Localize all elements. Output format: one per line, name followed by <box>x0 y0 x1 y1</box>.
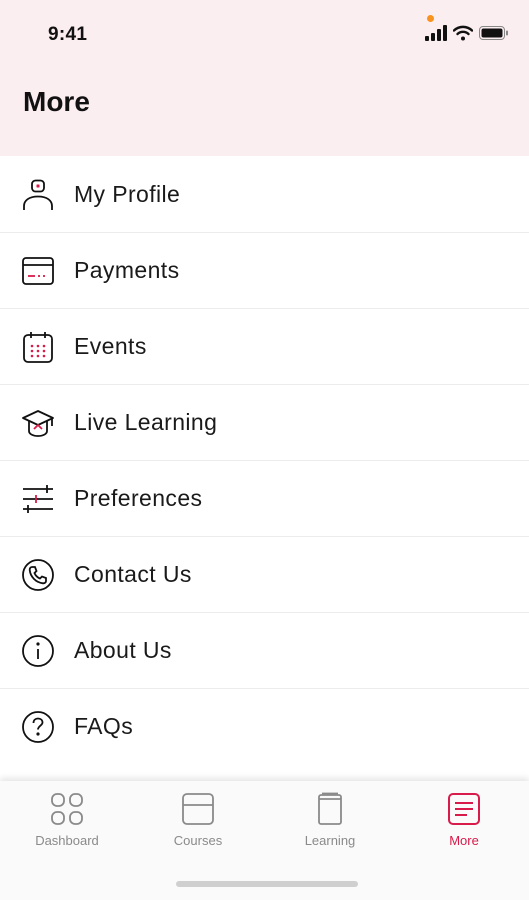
payments-icon <box>20 253 56 289</box>
sliders-icon <box>20 481 56 517</box>
menu-item-live-learning[interactable]: Live Learning <box>0 385 529 461</box>
menu-item-payments[interactable]: Payments <box>0 233 529 309</box>
menu-item-label: Contact Us <box>74 561 192 587</box>
menu-item-faqs[interactable]: FAQs <box>0 689 529 764</box>
status-icons <box>425 24 509 46</box>
tab-learning[interactable]: Learning <box>275 791 385 851</box>
graduation-cap-icon <box>20 405 56 441</box>
page-title: More <box>23 86 90 117</box>
menu-item-preferences[interactable]: Preferences <box>0 461 529 537</box>
tab-bar: Dashboard Courses Learning More <box>0 781 529 900</box>
menu-item-contact-us[interactable]: Contact Us <box>0 537 529 613</box>
menu-item-label: Payments <box>74 257 180 283</box>
tab-dashboard[interactable]: Dashboard <box>12 791 122 851</box>
wifi-icon <box>452 25 474 46</box>
menu-item-about-us[interactable]: About Us <box>0 613 529 689</box>
tab-label: Dashboard <box>35 833 99 848</box>
menu-item-label: Preferences <box>74 485 203 511</box>
tab-label: More <box>449 833 479 848</box>
book-icon <box>312 791 348 827</box>
menu-item-label: FAQs <box>74 713 134 739</box>
tab-label: Learning <box>304 833 356 848</box>
home-indicator[interactable] <box>176 881 358 887</box>
menu-list: My Profile Payments Events Live Learning… <box>0 157 529 764</box>
tab-courses[interactable]: Courses <box>143 791 253 851</box>
tab-label: Courses <box>173 833 223 848</box>
calendar-icon <box>20 329 56 365</box>
phone-icon <box>20 557 56 593</box>
header: 9:41 More <box>0 0 529 156</box>
privacy-indicator-dot <box>427 15 434 22</box>
question-icon <box>20 709 56 745</box>
tab-more[interactable]: More <box>409 791 519 851</box>
menu-item-label: Live Learning <box>74 409 218 435</box>
more-icon <box>446 791 482 827</box>
info-icon <box>20 633 56 669</box>
profile-icon <box>20 177 56 213</box>
dashboard-icon <box>49 791 85 827</box>
signal-icon <box>425 24 447 46</box>
status-time: 9:41 <box>48 24 88 45</box>
courses-icon <box>180 791 216 827</box>
menu-item-label: About Us <box>74 637 172 663</box>
menu-item-my-profile[interactable]: My Profile <box>0 157 529 233</box>
menu-item-events[interactable]: Events <box>0 309 529 385</box>
menu-item-label: Events <box>74 333 147 359</box>
menu-item-label: My Profile <box>74 181 181 207</box>
battery-icon <box>479 25 509 46</box>
